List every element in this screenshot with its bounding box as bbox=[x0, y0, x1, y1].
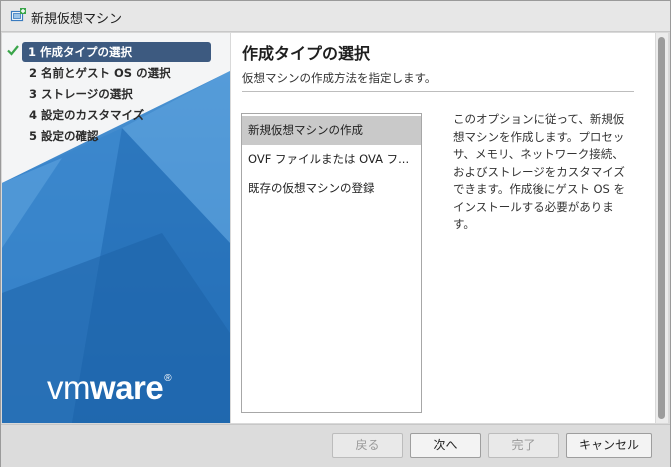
finish-button[interactable]: 完了 bbox=[488, 433, 559, 458]
main-content: 作成タイプの選択 仮想マシンの作成方法を指定します。 新規仮想マシンの作成 OV… bbox=[231, 33, 655, 423]
logo-ware: ware bbox=[90, 369, 164, 406]
page-subtitle: 仮想マシンの作成方法を指定します。 bbox=[242, 71, 437, 85]
back-button[interactable]: 戻る bbox=[332, 433, 403, 458]
step-5-confirm[interactable]: 5 設定の確認 bbox=[29, 126, 99, 146]
scrollbar-thumb[interactable] bbox=[658, 37, 665, 419]
wizard-window: 新規仮想マシン 1 作成タイプの選択 2 名前とゲスト OS の選択 3 ストレ… bbox=[0, 0, 671, 467]
button-bar: 戻る 次へ 完了 キャンセル bbox=[1, 424, 670, 467]
vertical-scrollbar[interactable] bbox=[656, 33, 668, 423]
new-vm-icon bbox=[10, 8, 26, 22]
step-2-name-guest-os[interactable]: 2 名前とゲスト OS の選択 bbox=[29, 63, 171, 83]
creation-type-list[interactable]: 新規仮想マシンの作成 OVF ファイルまたは OVA フ... 既存の仮想マシン… bbox=[241, 113, 422, 413]
window-title: 新規仮想マシン bbox=[31, 12, 123, 27]
step-1-create-type[interactable]: 1 作成タイプの選択 bbox=[22, 42, 211, 62]
checkmark-icon bbox=[7, 45, 19, 56]
step-4-customize[interactable]: 4 設定のカスタマイズ bbox=[29, 105, 144, 125]
cancel-button[interactable]: キャンセル bbox=[566, 433, 652, 458]
logo-registered: ® bbox=[164, 373, 172, 384]
next-button[interactable]: 次へ bbox=[410, 433, 481, 458]
step-3-storage[interactable]: 3 ストレージの選択 bbox=[29, 84, 133, 104]
logo-vm: vm bbox=[47, 369, 91, 406]
title-bar: 新規仮想マシン bbox=[1, 1, 670, 32]
option-deploy-ovf-ova[interactable]: OVF ファイルまたは OVA フ... bbox=[242, 145, 421, 174]
page-title: 作成タイプの選択 bbox=[242, 44, 371, 63]
vmware-logo: vmware® bbox=[47, 369, 172, 407]
option-create-new-vm[interactable]: 新規仮想マシンの作成 bbox=[242, 116, 421, 145]
divider bbox=[242, 91, 634, 92]
option-register-existing-vm[interactable]: 既存の仮想マシンの登録 bbox=[242, 174, 421, 203]
steps-panel: 1 作成タイプの選択 2 名前とゲスト OS の選択 3 ストレージの選択 4 … bbox=[2, 33, 230, 423]
option-description: このオプションに従って、新規仮想マシンを作成します。プロセッサ、メモリ、ネットワ… bbox=[453, 112, 626, 231]
